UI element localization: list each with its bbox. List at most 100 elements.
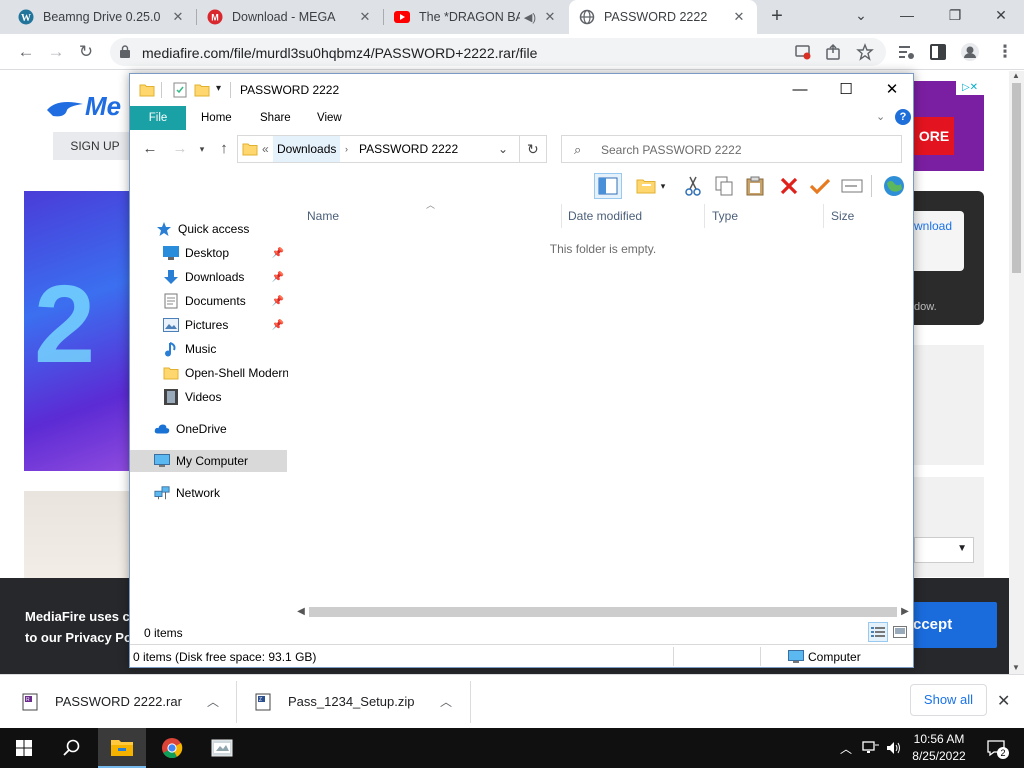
action-center-button[interactable]: 2 xyxy=(982,728,1010,768)
nav-open-shell-modern[interactable]: Open-Shell Modern xyxy=(130,362,288,384)
close-window-button[interactable]: ✕ xyxy=(978,0,1024,30)
column-name[interactable]: Name xyxy=(307,202,557,230)
close-shelf-icon[interactable]: ✕ xyxy=(997,691,1010,711)
pin-icon[interactable]: 📌 xyxy=(272,320,284,331)
address-bar[interactable]: mediafire.com/file/murdl3su0hqbmz4/PASSW… xyxy=(110,38,886,66)
refresh-icon[interactable]: ↻ xyxy=(527,136,539,162)
side-panel-icon[interactable] xyxy=(928,42,948,62)
system-clock[interactable]: 10:56 AM 8/25/2022 xyxy=(906,731,972,765)
large-icons-view-button[interactable] xyxy=(890,622,910,642)
nav-pictures[interactable]: Pictures 📌 xyxy=(130,314,288,336)
pin-icon[interactable]: 📌 xyxy=(272,248,284,259)
up-button[interactable]: ↑ xyxy=(214,139,234,159)
column-divider[interactable] xyxy=(561,204,562,228)
column-date-modified[interactable]: Date modified xyxy=(568,202,703,230)
address-breadcrumb[interactable]: « Downloads › PASSWORD 2222 ⌄ ↻ xyxy=(237,135,547,163)
adchoices-icon[interactable]: ▷✕ xyxy=(956,81,984,95)
column-divider[interactable] xyxy=(704,204,705,228)
back-button[interactable]: ← xyxy=(12,38,40,66)
delete-icon[interactable] xyxy=(775,173,803,199)
bookmark-star-icon[interactable] xyxy=(856,43,874,61)
tab-mega[interactable]: M Download - MEGA ✕ xyxy=(197,0,383,34)
show-hidden-icons-icon[interactable]: ︿ xyxy=(836,728,856,768)
download-item[interactable]: R PASSWORD 2222.rar ︿ xyxy=(22,675,232,728)
details-view-button[interactable] xyxy=(868,622,888,642)
column-divider[interactable] xyxy=(823,204,824,228)
nav-onedrive[interactable]: OneDrive xyxy=(130,418,288,440)
chrome-taskbar-button[interactable] xyxy=(148,728,196,768)
network-tray-icon[interactable] xyxy=(860,728,882,768)
rename-icon[interactable] xyxy=(838,173,866,199)
chevron-up-icon[interactable]: ︿ xyxy=(440,693,452,710)
ad-banner[interactable]: ▷✕ ORE xyxy=(914,81,984,171)
show-all-button[interactable]: Show all xyxy=(910,684,987,716)
share-icon[interactable] xyxy=(824,43,842,61)
back-button[interactable]: ← xyxy=(140,139,160,159)
scrollbar-thumb[interactable] xyxy=(1012,83,1021,273)
close-tab-icon[interactable]: ✕ xyxy=(542,9,558,25)
column-type[interactable]: Type xyxy=(712,202,822,230)
explorer-titlebar[interactable]: ▾ PASSWORD 2222 — ☐ ✕ xyxy=(130,74,913,106)
chevron-up-icon[interactable]: ︿ xyxy=(207,693,219,710)
customize-quick-access-icon[interactable]: ▾ xyxy=(216,83,221,94)
reload-button[interactable]: ↻ xyxy=(72,38,100,66)
pin-icon[interactable]: 📌 xyxy=(272,272,284,283)
scroll-down-icon[interactable]: ▼ xyxy=(1012,663,1020,672)
horizontal-scrollbar[interactable]: ◀ ▶ xyxy=(293,604,913,620)
forward-button[interactable]: → xyxy=(42,38,70,66)
chevron-down-icon[interactable]: ⌄ xyxy=(838,0,884,30)
address-dropdown-icon[interactable]: ⌄ xyxy=(498,136,508,162)
file-explorer-taskbar-button[interactable] xyxy=(98,728,146,768)
properties-icon[interactable] xyxy=(172,82,188,98)
help-icon[interactable]: ? xyxy=(895,109,911,125)
close-button[interactable]: ✕ xyxy=(869,74,915,106)
media-controls-icon[interactable] xyxy=(896,42,916,62)
new-tab-button[interactable]: + xyxy=(764,5,790,29)
nav-network[interactable]: Network xyxy=(130,482,288,504)
promo-image[interactable] xyxy=(24,491,132,581)
pin-icon[interactable]: 📌 xyxy=(272,296,284,307)
tab-home[interactable]: Home xyxy=(189,106,244,130)
download-button[interactable]: wnload xyxy=(914,211,964,271)
tab-file[interactable]: File xyxy=(130,106,186,130)
page-scrollbar[interactable]: ▲ ▼ xyxy=(1009,71,1024,674)
nav-music[interactable]: Music xyxy=(130,338,288,360)
nav-downloads[interactable]: Downloads 📌 xyxy=(130,266,288,288)
mediafire-logo[interactable]: Me xyxy=(45,91,121,122)
search-button[interactable] xyxy=(48,728,96,768)
scrollbar-thumb[interactable] xyxy=(309,607,897,617)
nav-desktop[interactable]: Desktop 📌 xyxy=(130,242,288,264)
nav-quick-access[interactable]: Quick access xyxy=(130,218,288,240)
breadcrumb-downloads[interactable]: Downloads xyxy=(273,136,341,162)
tab-view[interactable]: View xyxy=(305,106,354,130)
nav-videos[interactable]: Videos xyxy=(130,386,288,408)
cut-icon[interactable] xyxy=(679,173,707,199)
tab-share[interactable]: Share xyxy=(248,106,303,130)
navigation-pane-icon[interactable] xyxy=(594,173,622,199)
search-box[interactable]: ⌕ Search PASSWORD 2222 xyxy=(561,135,902,163)
paste-icon[interactable] xyxy=(741,173,769,199)
select-all-icon[interactable] xyxy=(806,173,834,199)
privacy-policy-link[interactable]: to our Privacy Poli xyxy=(25,627,139,648)
breadcrumb-chevron-icon[interactable]: › xyxy=(345,136,348,162)
minimize-button[interactable]: — xyxy=(777,74,823,106)
app-taskbar-button[interactable] xyxy=(198,728,246,768)
dropdown-select[interactable]: ▼ xyxy=(914,537,974,563)
close-tab-icon[interactable]: ✕ xyxy=(170,9,186,25)
nav-documents[interactable]: Documents 📌 xyxy=(130,290,288,312)
recent-locations-icon[interactable]: ▾ xyxy=(192,139,212,159)
new-folder-icon[interactable] xyxy=(194,82,210,98)
forward-button[interactable]: → xyxy=(170,139,190,159)
internet-globe-icon[interactable] xyxy=(880,173,908,199)
overflow-chevron[interactable]: « xyxy=(262,136,269,162)
scroll-right-icon[interactable]: ▶ xyxy=(897,604,913,620)
promo-banner-image[interactable]: 2 xyxy=(24,191,132,471)
start-button[interactable] xyxy=(0,728,48,768)
tab-youtube[interactable]: The *DRAGON BAL ◀) ✕ xyxy=(384,0,568,34)
scroll-up-icon[interactable]: ▲ xyxy=(1012,71,1020,80)
copy-icon[interactable] xyxy=(710,173,738,199)
maximize-button[interactable]: ☐ xyxy=(823,74,869,106)
profile-avatar-icon[interactable] xyxy=(960,42,980,62)
signup-button[interactable]: SIGN UP xyxy=(53,132,137,160)
nav-my-computer[interactable]: My Computer xyxy=(130,450,287,472)
